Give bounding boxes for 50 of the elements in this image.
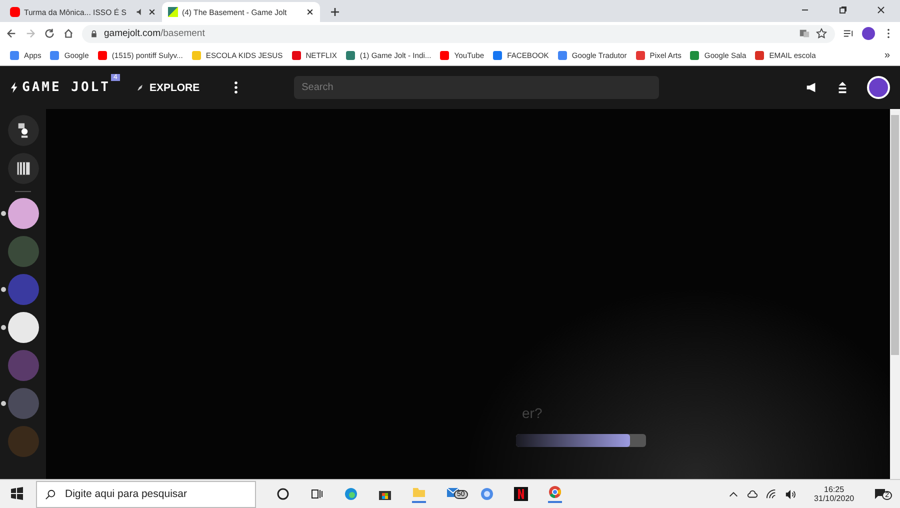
clock-time[interactable]: 16:25 (824, 485, 844, 494)
user-avatar[interactable] (867, 76, 890, 99)
scrollbar[interactable] (890, 109, 900, 479)
cloud-icon[interactable] (747, 488, 758, 500)
reload-icon[interactable] (44, 28, 55, 39)
windows-start-icon[interactable] (10, 487, 24, 501)
tab-favicon-icon (10, 7, 20, 17)
search-field[interactable]: Search (294, 76, 659, 99)
explore-link[interactable]: EXPLORE (136, 82, 200, 94)
megaphone-icon[interactable] (805, 81, 818, 94)
url-text: gamejolt.com/basement (104, 28, 205, 39)
profile-avatar[interactable] (862, 27, 875, 40)
close-tab-icon[interactable] (306, 8, 314, 16)
address-bar[interactable]: gamejolt.com/basement (82, 24, 835, 42)
community-avatar[interactable] (8, 312, 38, 343)
clock-date[interactable]: 31/10/2020 (814, 494, 854, 503)
restore-icon[interactable] (838, 5, 848, 15)
unread-dot (0, 211, 6, 216)
game-jolt-logo[interactable]: GAME JOLT (22, 80, 110, 95)
prompt-text: er? (522, 405, 542, 421)
star-icon[interactable] (816, 28, 827, 39)
library-icon[interactable] (8, 153, 38, 184)
lock-icon (90, 30, 98, 38)
volume-icon[interactable] (785, 488, 796, 500)
unread-dot (0, 401, 6, 406)
edge-icon[interactable] (344, 487, 358, 501)
browser-icon[interactable] (480, 487, 494, 501)
folder-icon[interactable] (412, 485, 426, 503)
upload-icon[interactable] (836, 81, 849, 94)
new-tab-icon[interactable] (330, 7, 340, 17)
task-view-icon[interactable] (310, 487, 324, 501)
tab-favicon-icon (168, 7, 178, 17)
chrome-icon[interactable] (548, 485, 562, 503)
wifi-icon[interactable] (766, 488, 778, 500)
netflix-icon[interactable] (514, 487, 528, 501)
cortana-icon[interactable] (276, 487, 290, 501)
home-icon[interactable] (63, 28, 74, 39)
taskbar-search-field[interactable]: Digite aqui para pesquisar (36, 480, 256, 508)
close-icon[interactable] (876, 5, 886, 15)
media-queue-icon[interactable] (843, 28, 854, 39)
unread-dot (0, 287, 6, 292)
search-icon (45, 488, 56, 500)
community-avatar[interactable] (8, 198, 38, 229)
more-bookmarks-button[interactable]: » (884, 50, 890, 60)
more-icon[interactable] (234, 81, 238, 94)
unread-dot (0, 325, 6, 330)
bolt-icon (10, 82, 19, 93)
back-icon[interactable] (6, 28, 17, 39)
translate-icon[interactable] (799, 28, 810, 39)
close-tab-icon[interactable] (148, 8, 156, 16)
